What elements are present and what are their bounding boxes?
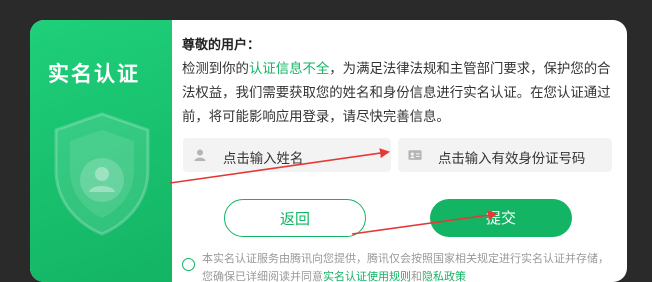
name-field-placeholder: 点击输入姓名 xyxy=(223,152,304,167)
panel-title: 实名认证 xyxy=(48,62,140,86)
left-banner: 实名认证 xyxy=(30,20,172,282)
agreement-and: 和 xyxy=(411,270,422,282)
agreement-text: 本实名认证服务由腾讯向您提供，腾讯仅会按照国家相关规定进行实名认证并存储，您确保… xyxy=(202,250,617,282)
user-icon xyxy=(194,149,206,161)
back-button[interactable]: 返回 xyxy=(224,199,366,237)
message-highlight: 认证信息不全 xyxy=(248,62,330,77)
agree-checkbox[interactable] xyxy=(182,258,195,271)
content-area: 尊敬的用户： 检测到你的认证信息不全，为满足法律法规和主管部门要求，保护您的合法… xyxy=(182,20,618,282)
usage-rules-link[interactable]: 实名认证使用规则 xyxy=(323,270,411,282)
submit-button[interactable]: 提交 xyxy=(430,199,572,237)
shield-user-icon xyxy=(54,112,150,236)
verification-dialog: 实名认证 尊敬的用户： 检测到你的认证信息不全，为满足法律法规和主管部门要求，保… xyxy=(30,20,627,282)
id-field-placeholder: 点击输入有效身份证号码 xyxy=(438,152,586,167)
id-card-icon xyxy=(408,150,422,160)
message: 检测到你的认证信息不全，为满足法律法规和主管部门要求，保护您的合法权益，我们需要… xyxy=(182,58,616,130)
name-field[interactable]: 点击输入姓名 xyxy=(183,138,391,172)
privacy-policy-link[interactable]: 隐私政策 xyxy=(422,270,466,282)
greeting: 尊敬的用户： xyxy=(182,38,261,53)
message-prefix: 检测到你的 xyxy=(182,62,249,77)
id-number-field[interactable]: 点击输入有效身份证号码 xyxy=(398,138,612,172)
